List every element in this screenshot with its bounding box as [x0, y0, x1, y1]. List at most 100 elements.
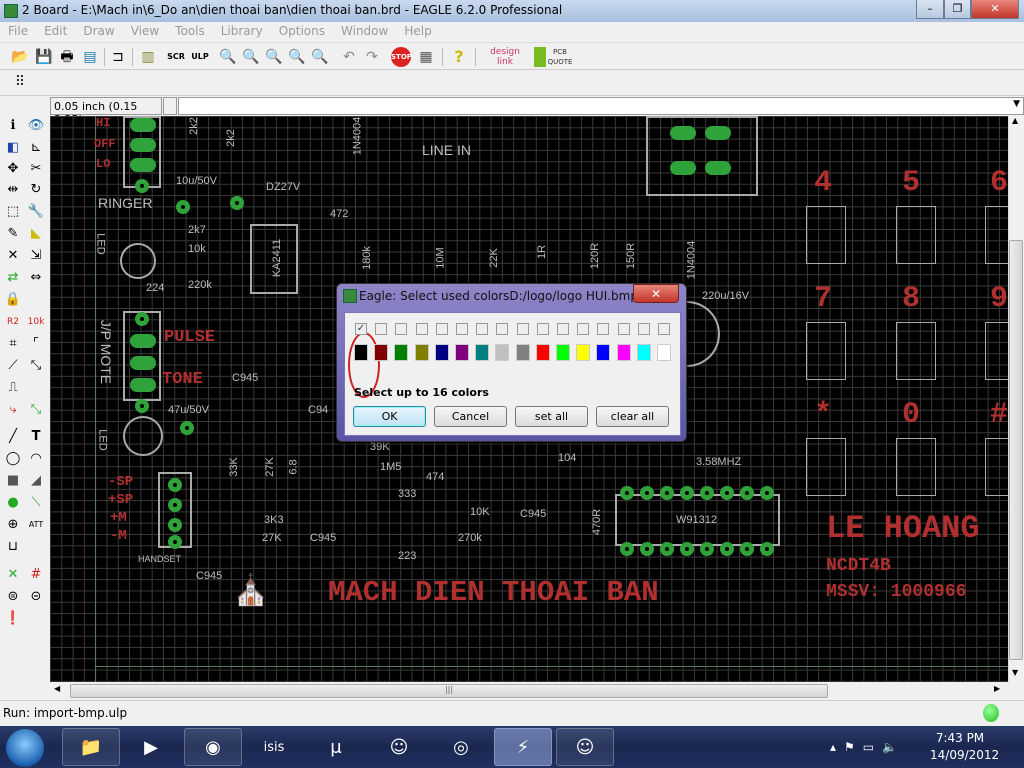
change-icon[interactable]: 🔧	[26, 202, 46, 222]
minimize-button[interactable]: –	[916, 0, 944, 19]
pcb-quote-button[interactable]: PCB QUOTE	[534, 47, 574, 67]
zoom-select-icon[interactable]: 🔍	[310, 47, 330, 67]
color-checkbox[interactable]	[536, 323, 549, 335]
stop-icon[interactable]: STOP	[391, 47, 412, 67]
paste-icon[interactable]: ✎	[3, 224, 23, 244]
library-icon[interactable]: ▥	[138, 47, 158, 67]
color-checkbox[interactable]	[435, 323, 448, 335]
pinswap-icon[interactable]: ⇲	[26, 246, 46, 266]
menu-window[interactable]: Window	[333, 22, 396, 38]
go-icon[interactable]: ▦	[416, 47, 436, 67]
group-icon[interactable]: ⬚	[3, 202, 23, 222]
color-checkbox[interactable]	[597, 323, 610, 335]
menu-view[interactable]: View	[123, 22, 167, 38]
help-icon[interactable]: ?	[449, 47, 469, 67]
meander-icon[interactable]: ⎍	[3, 378, 23, 398]
name-icon[interactable]: R2	[3, 312, 23, 332]
taskbar-muvision[interactable]: μ	[307, 728, 365, 766]
copy-icon[interactable]: ✂	[26, 159, 46, 179]
color-checkbox[interactable]	[577, 323, 590, 335]
menu-options[interactable]: Options	[271, 22, 333, 38]
text-icon[interactable]: T	[26, 427, 46, 447]
vertical-scroll-thumb[interactable]	[1009, 240, 1023, 660]
color-checkbox[interactable]	[476, 323, 489, 335]
taskbar-isis[interactable]: isis	[245, 728, 303, 766]
command-line-input[interactable]: ▼	[178, 97, 1024, 115]
taskbar-explorer[interactable]: 📁	[62, 728, 120, 766]
ripup-icon[interactable]: ⤡	[26, 400, 46, 420]
taskbar-network[interactable]: ◎	[432, 728, 490, 766]
miter-icon[interactable]: ⌜	[26, 334, 46, 354]
menu-library[interactable]: Library	[213, 22, 271, 38]
warning-icon[interactable]: ❗	[3, 609, 23, 629]
save-icon[interactable]: 💾	[34, 47, 54, 67]
split-icon[interactable]: ⟋	[3, 356, 23, 376]
dialog-close-button[interactable]: ✕	[633, 284, 679, 303]
lock-icon[interactable]: ⇔	[26, 268, 46, 288]
errors-icon[interactable]: ⊝	[26, 587, 46, 607]
arc-icon[interactable]: ◠	[26, 449, 46, 469]
rotate-icon[interactable]: ↻	[26, 180, 46, 200]
mirror-icon[interactable]: ⇹	[3, 180, 23, 200]
attribute-icon[interactable]: ATT	[26, 515, 46, 535]
set-all-button[interactable]: set all	[515, 406, 588, 427]
open-icon[interactable]: 📂	[10, 47, 30, 67]
lock-part-icon[interactable]: 🔒	[3, 290, 23, 310]
optimize-icon[interactable]: ⤡	[26, 356, 46, 376]
redo-icon[interactable]: ↷	[362, 47, 382, 67]
delete-icon[interactable]: ◣	[26, 224, 46, 244]
menu-help[interactable]: Help	[396, 22, 439, 38]
taskbar-eagle[interactable]: ⚡	[494, 728, 552, 766]
route-icon[interactable]: ⤷	[3, 400, 23, 420]
autorouter-icon[interactable]: #	[26, 565, 46, 585]
menu-file[interactable]: File	[0, 22, 36, 38]
menu-draw[interactable]: Draw	[75, 22, 122, 38]
zoom-in-icon[interactable]: 🔍	[241, 47, 261, 67]
add-icon[interactable]: ✕	[3, 246, 23, 266]
polygon-icon[interactable]: ◢	[26, 471, 46, 491]
color-checkbox[interactable]	[496, 323, 509, 335]
switch-schematic-icon[interactable]: ⊐	[108, 47, 128, 67]
replace-icon[interactable]: ⇄	[3, 268, 23, 288]
rect-icon[interactable]: ■	[3, 471, 23, 491]
value-icon[interactable]: 10k	[26, 312, 46, 332]
show-icon[interactable]: 👁	[26, 116, 46, 136]
info-icon[interactable]: ℹ	[3, 116, 23, 136]
menu-edit[interactable]: Edit	[36, 22, 75, 38]
ulp-icon[interactable]: ULP	[190, 47, 210, 67]
color-checkbox[interactable]	[516, 323, 529, 335]
color-checkbox[interactable]	[617, 323, 630, 335]
cancel-button[interactable]: Cancel	[434, 406, 507, 427]
clear-all-button[interactable]: clear all	[596, 406, 669, 427]
move-icon[interactable]: ✥	[3, 159, 23, 179]
menu-tools[interactable]: Tools	[167, 22, 213, 38]
drc-icon[interactable]: ⊜	[3, 587, 23, 607]
maximize-button[interactable]: ❐	[944, 0, 971, 19]
system-tray[interactable]: ▴⚑▭🔈	[830, 740, 905, 754]
color-checkbox[interactable]: ✓	[355, 323, 367, 335]
zoom-fit-icon[interactable]: 🔍	[218, 47, 238, 67]
color-checkbox[interactable]	[395, 323, 408, 335]
circle-icon[interactable]: ◯	[3, 449, 23, 469]
horizontal-scroll-thumb[interactable]: |||	[70, 684, 828, 698]
undo-icon[interactable]: ↶	[339, 47, 359, 67]
display-layers-icon[interactable]: ◧	[3, 138, 23, 158]
start-button[interactable]	[6, 729, 44, 767]
script-icon[interactable]: SCR	[166, 47, 186, 67]
grid-icon[interactable]: ⠿	[10, 72, 30, 92]
zoom-out-icon[interactable]: 🔍	[264, 47, 284, 67]
print-icon[interactable]: 🖶	[57, 47, 77, 67]
clock[interactable]: 7:43 PM 14/09/2012	[930, 730, 999, 764]
smash-icon[interactable]: ⌗	[3, 334, 23, 354]
color-checkbox[interactable]	[415, 323, 428, 335]
taskbar-media-player[interactable]: ▶	[122, 728, 180, 766]
redraw-icon[interactable]: 🔍	[287, 47, 307, 67]
dimension-icon[interactable]: ⊔	[3, 537, 23, 557]
hole-icon[interactable]: ⊕	[3, 515, 23, 535]
color-checkbox[interactable]	[456, 323, 468, 335]
ok-button[interactable]: OK	[353, 406, 426, 427]
cam-processor-icon[interactable]: ▤	[80, 47, 100, 67]
close-button[interactable]: ✕	[971, 0, 1019, 19]
wire-icon[interactable]: ╱	[3, 427, 23, 447]
taskbar-yahoo[interactable]: ☺	[370, 728, 428, 766]
